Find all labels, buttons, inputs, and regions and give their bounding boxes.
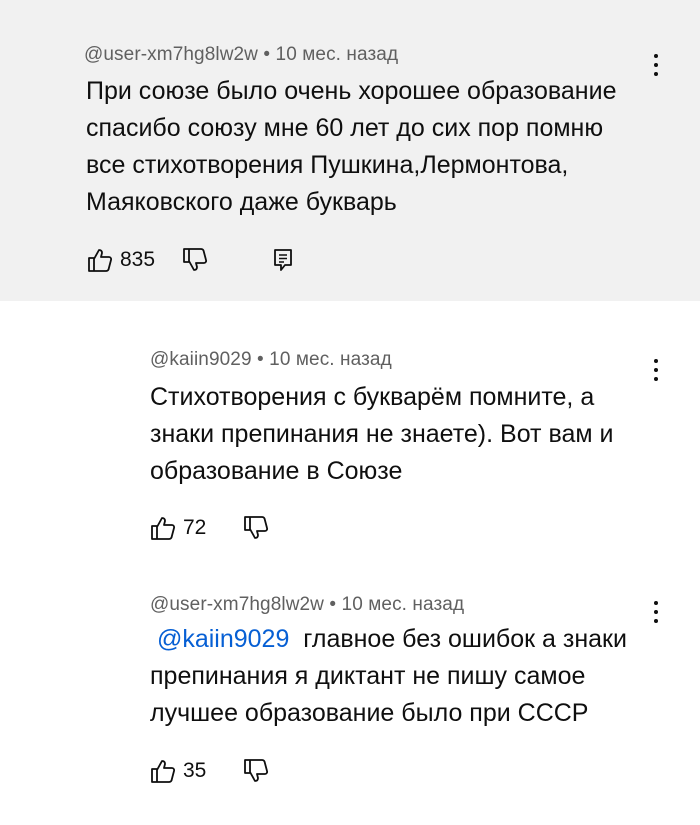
- like-count: 35: [183, 759, 207, 782]
- like-count: 72: [183, 516, 207, 539]
- dislike-button[interactable]: [242, 514, 270, 542]
- comment-text-line: Стихотворения с букварём помните, а: [150, 383, 595, 411]
- meta-separator: •: [258, 44, 276, 65]
- comment-text: @kaiin9029 главное без ошибок а знаки пр…: [150, 621, 627, 732]
- like-button[interactable]: 35: [149, 757, 206, 785]
- meta-separator: •: [251, 349, 270, 370]
- thumbs-down-icon: [181, 246, 209, 274]
- comment-text-line: знаки препинания не знаете). Вот вам и: [150, 420, 614, 448]
- comment-time[interactable]: 10 мес. назад: [276, 44, 399, 65]
- comment-text-line: образование в Союзе: [150, 457, 403, 485]
- comment-meta: @kaiin9029 • 10 мес. назад: [150, 349, 392, 371]
- author-handle[interactable]: @user-xm7hg8lw2w: [84, 44, 258, 65]
- comment-text-line: При союзе было очень хорошее образование: [86, 77, 617, 105]
- comment-time[interactable]: 10 мес. назад: [269, 349, 392, 370]
- comment-text: При союзе было очень хорошее образование…: [86, 73, 616, 221]
- reply-button[interactable]: [271, 247, 295, 273]
- more-vert-icon[interactable]: [645, 597, 667, 627]
- comment-text-part: главное без ошибок а знаки: [303, 625, 627, 653]
- comment-text-line: @kaiin9029 главное без ошибок а знаки: [150, 621, 627, 658]
- comment-highlighted: @user-xm7hg8lw2w • 10 мес. назад При сою…: [0, 0, 700, 301]
- comment-text-line: Маяковского даже букварь: [86, 188, 397, 216]
- comment-reply: @kaiin9029 • 10 мес. назад Стихотворения…: [0, 301, 700, 559]
- comment-text-line: препинания я диктант не пишу самое: [150, 662, 586, 690]
- thumbs-down-icon: [242, 514, 270, 542]
- like-button[interactable]: 72: [149, 514, 206, 542]
- comment-text: Стихотворения с букварём помните, а знак…: [150, 379, 613, 490]
- comment-time[interactable]: 10 мес. назад: [342, 594, 465, 615]
- more-vert-icon[interactable]: [645, 50, 667, 80]
- reply-comment-icon: [271, 247, 295, 273]
- dislike-button[interactable]: [242, 757, 270, 785]
- comment-reply: @user-xm7hg8lw2w • 10 мес. назад @kaiin9…: [0, 559, 700, 825]
- mention-link[interactable]: @kaiin9029: [157, 625, 289, 653]
- meta-separator: •: [324, 594, 342, 615]
- comment-text-line: все стихотворения Пушкина,Лермонтова,: [86, 151, 569, 179]
- thumbs-up-icon: [149, 757, 177, 785]
- more-vert-icon[interactable]: [645, 355, 667, 385]
- thumbs-down-icon: [242, 757, 270, 785]
- comment-actions: 835: [86, 245, 295, 275]
- comment-actions: 35: [149, 756, 270, 786]
- comment-text-line: лучшее образование было при СССР: [150, 699, 589, 727]
- comment-actions: 72: [149, 513, 270, 543]
- thumbs-up-icon: [86, 246, 114, 274]
- thumbs-up-icon: [149, 514, 177, 542]
- comment-meta: @user-xm7hg8lw2w • 10 мес. назад: [150, 594, 464, 616]
- comment-text-line: спасибо союзу мне 60 лет до сих пор помн…: [86, 114, 604, 142]
- comment-meta: @user-xm7hg8lw2w • 10 мес. назад: [84, 44, 398, 66]
- like-count: 835: [120, 248, 156, 271]
- like-button[interactable]: 835: [86, 246, 155, 274]
- author-handle[interactable]: @kaiin9029: [150, 349, 252, 370]
- dislike-button[interactable]: [181, 246, 209, 274]
- author-handle[interactable]: @user-xm7hg8lw2w: [150, 594, 324, 615]
